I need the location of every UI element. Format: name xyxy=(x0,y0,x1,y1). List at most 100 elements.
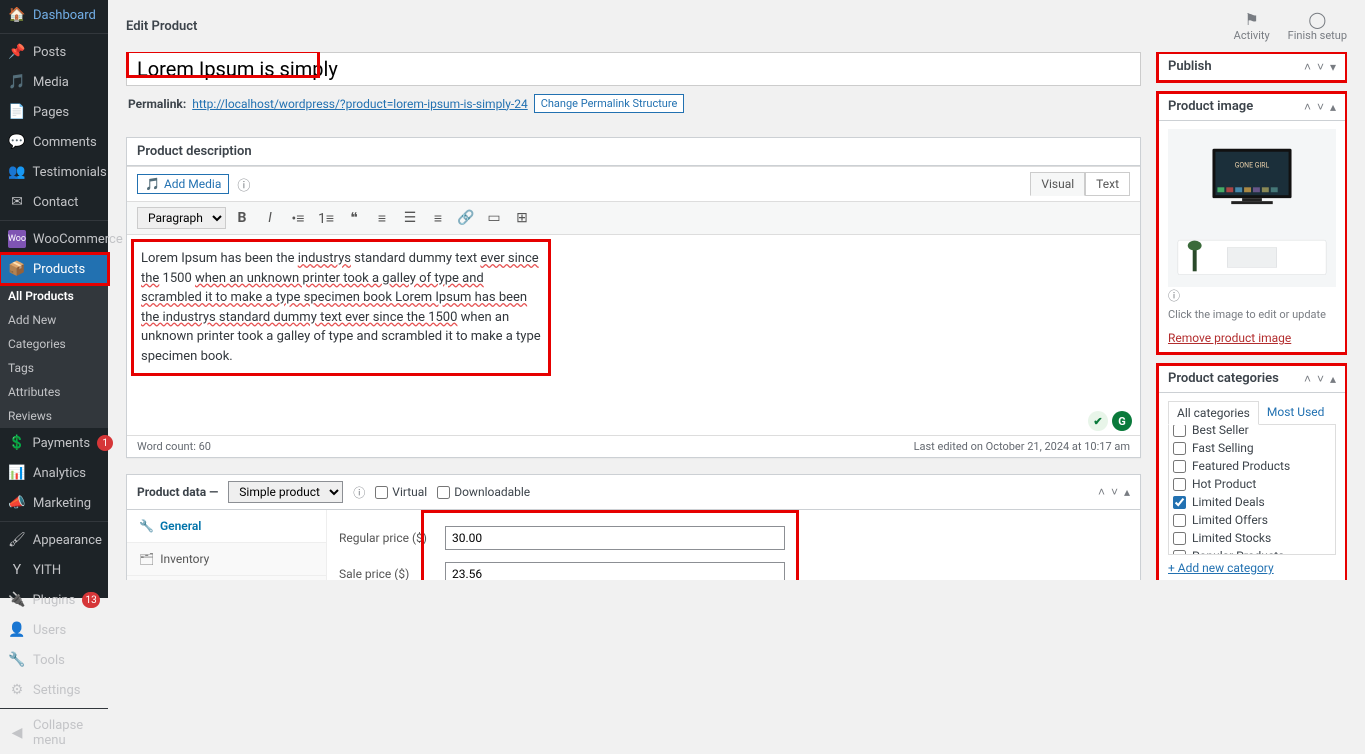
category-item[interactable]: Fast Selling xyxy=(1173,439,1331,457)
category-item[interactable]: Hot Product xyxy=(1173,475,1331,493)
sidebar-item-comments[interactable]: 💬Comments xyxy=(0,127,108,157)
pd-tab-general[interactable]: 🔧General xyxy=(127,510,326,543)
category-checkbox[interactable] xyxy=(1173,514,1186,527)
sidebar-item-payments[interactable]: 💲Payments1 xyxy=(0,428,108,458)
format-select[interactable]: Paragraph xyxy=(137,207,226,229)
sidebar-item-plugins[interactable]: 🔌Plugins13 xyxy=(0,585,108,615)
submenu-all-products[interactable]: All Products xyxy=(0,284,108,308)
sidebar-item-users[interactable]: 👤Users xyxy=(0,615,108,645)
sidebar-item-pages[interactable]: 📄Pages xyxy=(0,97,108,127)
caret-icon[interactable]: ▾ xyxy=(1330,60,1336,74)
cat-tab-most-used[interactable]: Most Used xyxy=(1259,401,1333,424)
sidebar-item-tools[interactable]: 🔧Tools xyxy=(0,645,108,675)
italic-button[interactable]: I xyxy=(258,206,282,230)
category-item[interactable]: Best Seller xyxy=(1173,425,1331,439)
description-header: Product description xyxy=(137,144,1130,159)
sidebar-item-woocommerce[interactable]: WooWooCommerce xyxy=(0,224,108,254)
sidebar-item-testimonials[interactable]: 👥Testimonials xyxy=(0,157,108,187)
submenu-attributes[interactable]: Attributes xyxy=(0,380,108,404)
sidebar-item-appearance[interactable]: 🖌Appearance xyxy=(0,525,108,555)
sidebar-item-settings[interactable]: ⚙Settings xyxy=(0,675,108,705)
caret-icon[interactable]: ▴ xyxy=(1330,372,1336,386)
chevron-up-icon[interactable]: ˄ xyxy=(1304,372,1311,386)
testimonials-icon: 👥 xyxy=(8,163,25,181)
product-type-select[interactable]: Simple product xyxy=(228,481,343,503)
chevron-down-icon[interactable]: ˅ xyxy=(1317,372,1324,386)
permalink-url[interactable]: http://localhost/wordpress/?product=lore… xyxy=(192,97,528,111)
submenu-add-new[interactable]: Add New xyxy=(0,308,108,332)
editor-tab-visual[interactable]: Visual xyxy=(1030,172,1085,196)
caret-icon[interactable]: ▴ xyxy=(1330,100,1336,114)
sidebar-item-marketing[interactable]: 📣Marketing xyxy=(0,488,108,518)
sidebar-item-analytics[interactable]: 📊Analytics xyxy=(0,458,108,488)
category-item[interactable]: Limited Offers xyxy=(1173,511,1331,529)
align-left-button[interactable]: ≡ xyxy=(370,206,394,230)
finish-setup-button[interactable]: ◯Finish setup xyxy=(1288,10,1347,42)
sidebar-item-media[interactable]: 🎵Media xyxy=(0,67,108,97)
category-checkbox[interactable] xyxy=(1173,478,1186,491)
sidebar-item-contact[interactable]: ✉Contact xyxy=(0,187,108,217)
main-content: Edit Product ⚑Activity ◯Finish setup Per… xyxy=(108,0,1365,598)
toolbar-toggle-button[interactable]: ⊞ xyxy=(510,206,534,230)
submenu-categories[interactable]: Categories xyxy=(0,332,108,356)
chevron-up-icon[interactable]: ˄ xyxy=(1304,100,1311,114)
chevron-down-icon[interactable]: ˅ xyxy=(1111,485,1118,499)
more-button[interactable]: ▭ xyxy=(482,206,506,230)
pd-tab-inventory[interactable]: 🗂Inventory xyxy=(127,543,326,576)
category-checkbox[interactable] xyxy=(1173,442,1186,455)
posts-icon: 📌 xyxy=(8,43,26,61)
align-right-button[interactable]: ≡ xyxy=(426,206,450,230)
topbar: Edit Product ⚑Activity ◯Finish setup xyxy=(126,0,1347,52)
caret-icon[interactable]: ▴ xyxy=(1124,485,1130,499)
editor-tab-text[interactable]: Text xyxy=(1085,172,1130,196)
word-count: Word count: 60 xyxy=(137,440,211,453)
category-checkbox[interactable] xyxy=(1173,532,1186,545)
product-image-thumbnail[interactable]: GONE GIRL xyxy=(1168,129,1336,287)
bold-button[interactable]: B xyxy=(230,206,254,230)
activity-button[interactable]: ⚑Activity xyxy=(1234,10,1270,42)
chevron-down-icon[interactable]: ˅ xyxy=(1317,60,1324,74)
ai-badge-2[interactable]: G xyxy=(1112,411,1132,431)
category-checkbox[interactable] xyxy=(1173,425,1186,437)
sidebar-item-dashboard[interactable]: 🏠Dashboard xyxy=(0,0,108,30)
number-list-button[interactable]: 1≡ xyxy=(314,206,338,230)
change-permalink-button[interactable]: Change Permalink Structure xyxy=(534,94,685,113)
sidebar-item-posts[interactable]: 📌Posts xyxy=(0,37,108,67)
product-image-box: Product image ˄˅▴ GONE GIRL xyxy=(1157,92,1347,354)
category-checkbox[interactable] xyxy=(1173,496,1186,509)
category-checkbox[interactable] xyxy=(1173,460,1186,473)
category-item[interactable]: Limited Deals xyxy=(1173,493,1331,511)
last-edited: Last edited on October 21, 2024 at 10:17… xyxy=(914,440,1130,453)
help-icon[interactable]: ⓘ xyxy=(237,175,250,194)
marketing-icon: 📣 xyxy=(8,494,26,512)
align-center-button[interactable]: ☰ xyxy=(398,206,422,230)
pd-tab-shipping[interactable]: 🚚Shipping xyxy=(127,576,326,580)
add-new-category-link[interactable]: + Add new category xyxy=(1168,555,1274,577)
ai-badge-1[interactable]: ✔ xyxy=(1088,411,1108,431)
svg-text:GONE GIRL: GONE GIRL xyxy=(1235,162,1270,170)
sidebar-item-yith[interactable]: YYITH xyxy=(0,555,108,585)
category-item[interactable]: Featured Products xyxy=(1173,457,1331,475)
link-button[interactable]: 🔗 xyxy=(454,206,478,230)
image-help-icon[interactable]: ⓘ xyxy=(1168,289,1180,303)
submenu-tags[interactable]: Tags xyxy=(0,356,108,380)
submenu-reviews[interactable]: Reviews xyxy=(0,404,108,428)
chevron-up-icon[interactable]: ˄ xyxy=(1098,485,1105,499)
editor-body[interactable]: Lorem Ipsum has been the industrys stand… xyxy=(127,235,1140,435)
bullet-list-button[interactable]: •≡ xyxy=(286,206,310,230)
products-icon: 📦 xyxy=(8,260,26,278)
sidebar-item-products[interactable]: 📦Products xyxy=(0,254,108,284)
cat-tab-all[interactable]: All categories xyxy=(1168,401,1259,425)
virtual-checkbox[interactable]: Virtual xyxy=(375,485,427,499)
add-media-button[interactable]: 🎵Add Media xyxy=(137,174,229,194)
category-item[interactable]: Popular Products xyxy=(1173,547,1331,555)
chevron-down-icon[interactable]: ˅ xyxy=(1317,100,1324,114)
category-list[interactable]: Best SellerFast SellingFeatured Products… xyxy=(1168,425,1336,555)
downloadable-checkbox[interactable]: Downloadable xyxy=(437,485,530,499)
remove-product-image-link[interactable]: Remove product image xyxy=(1168,331,1291,345)
sidebar-item-collapse[interactable]: ◀Collapse menu xyxy=(0,712,108,754)
help-icon[interactable]: ⓘ xyxy=(353,484,365,501)
chevron-up-icon[interactable]: ˄ xyxy=(1304,60,1311,74)
quote-button[interactable]: ❝ xyxy=(342,206,366,230)
category-item[interactable]: Limited Stocks xyxy=(1173,529,1331,547)
